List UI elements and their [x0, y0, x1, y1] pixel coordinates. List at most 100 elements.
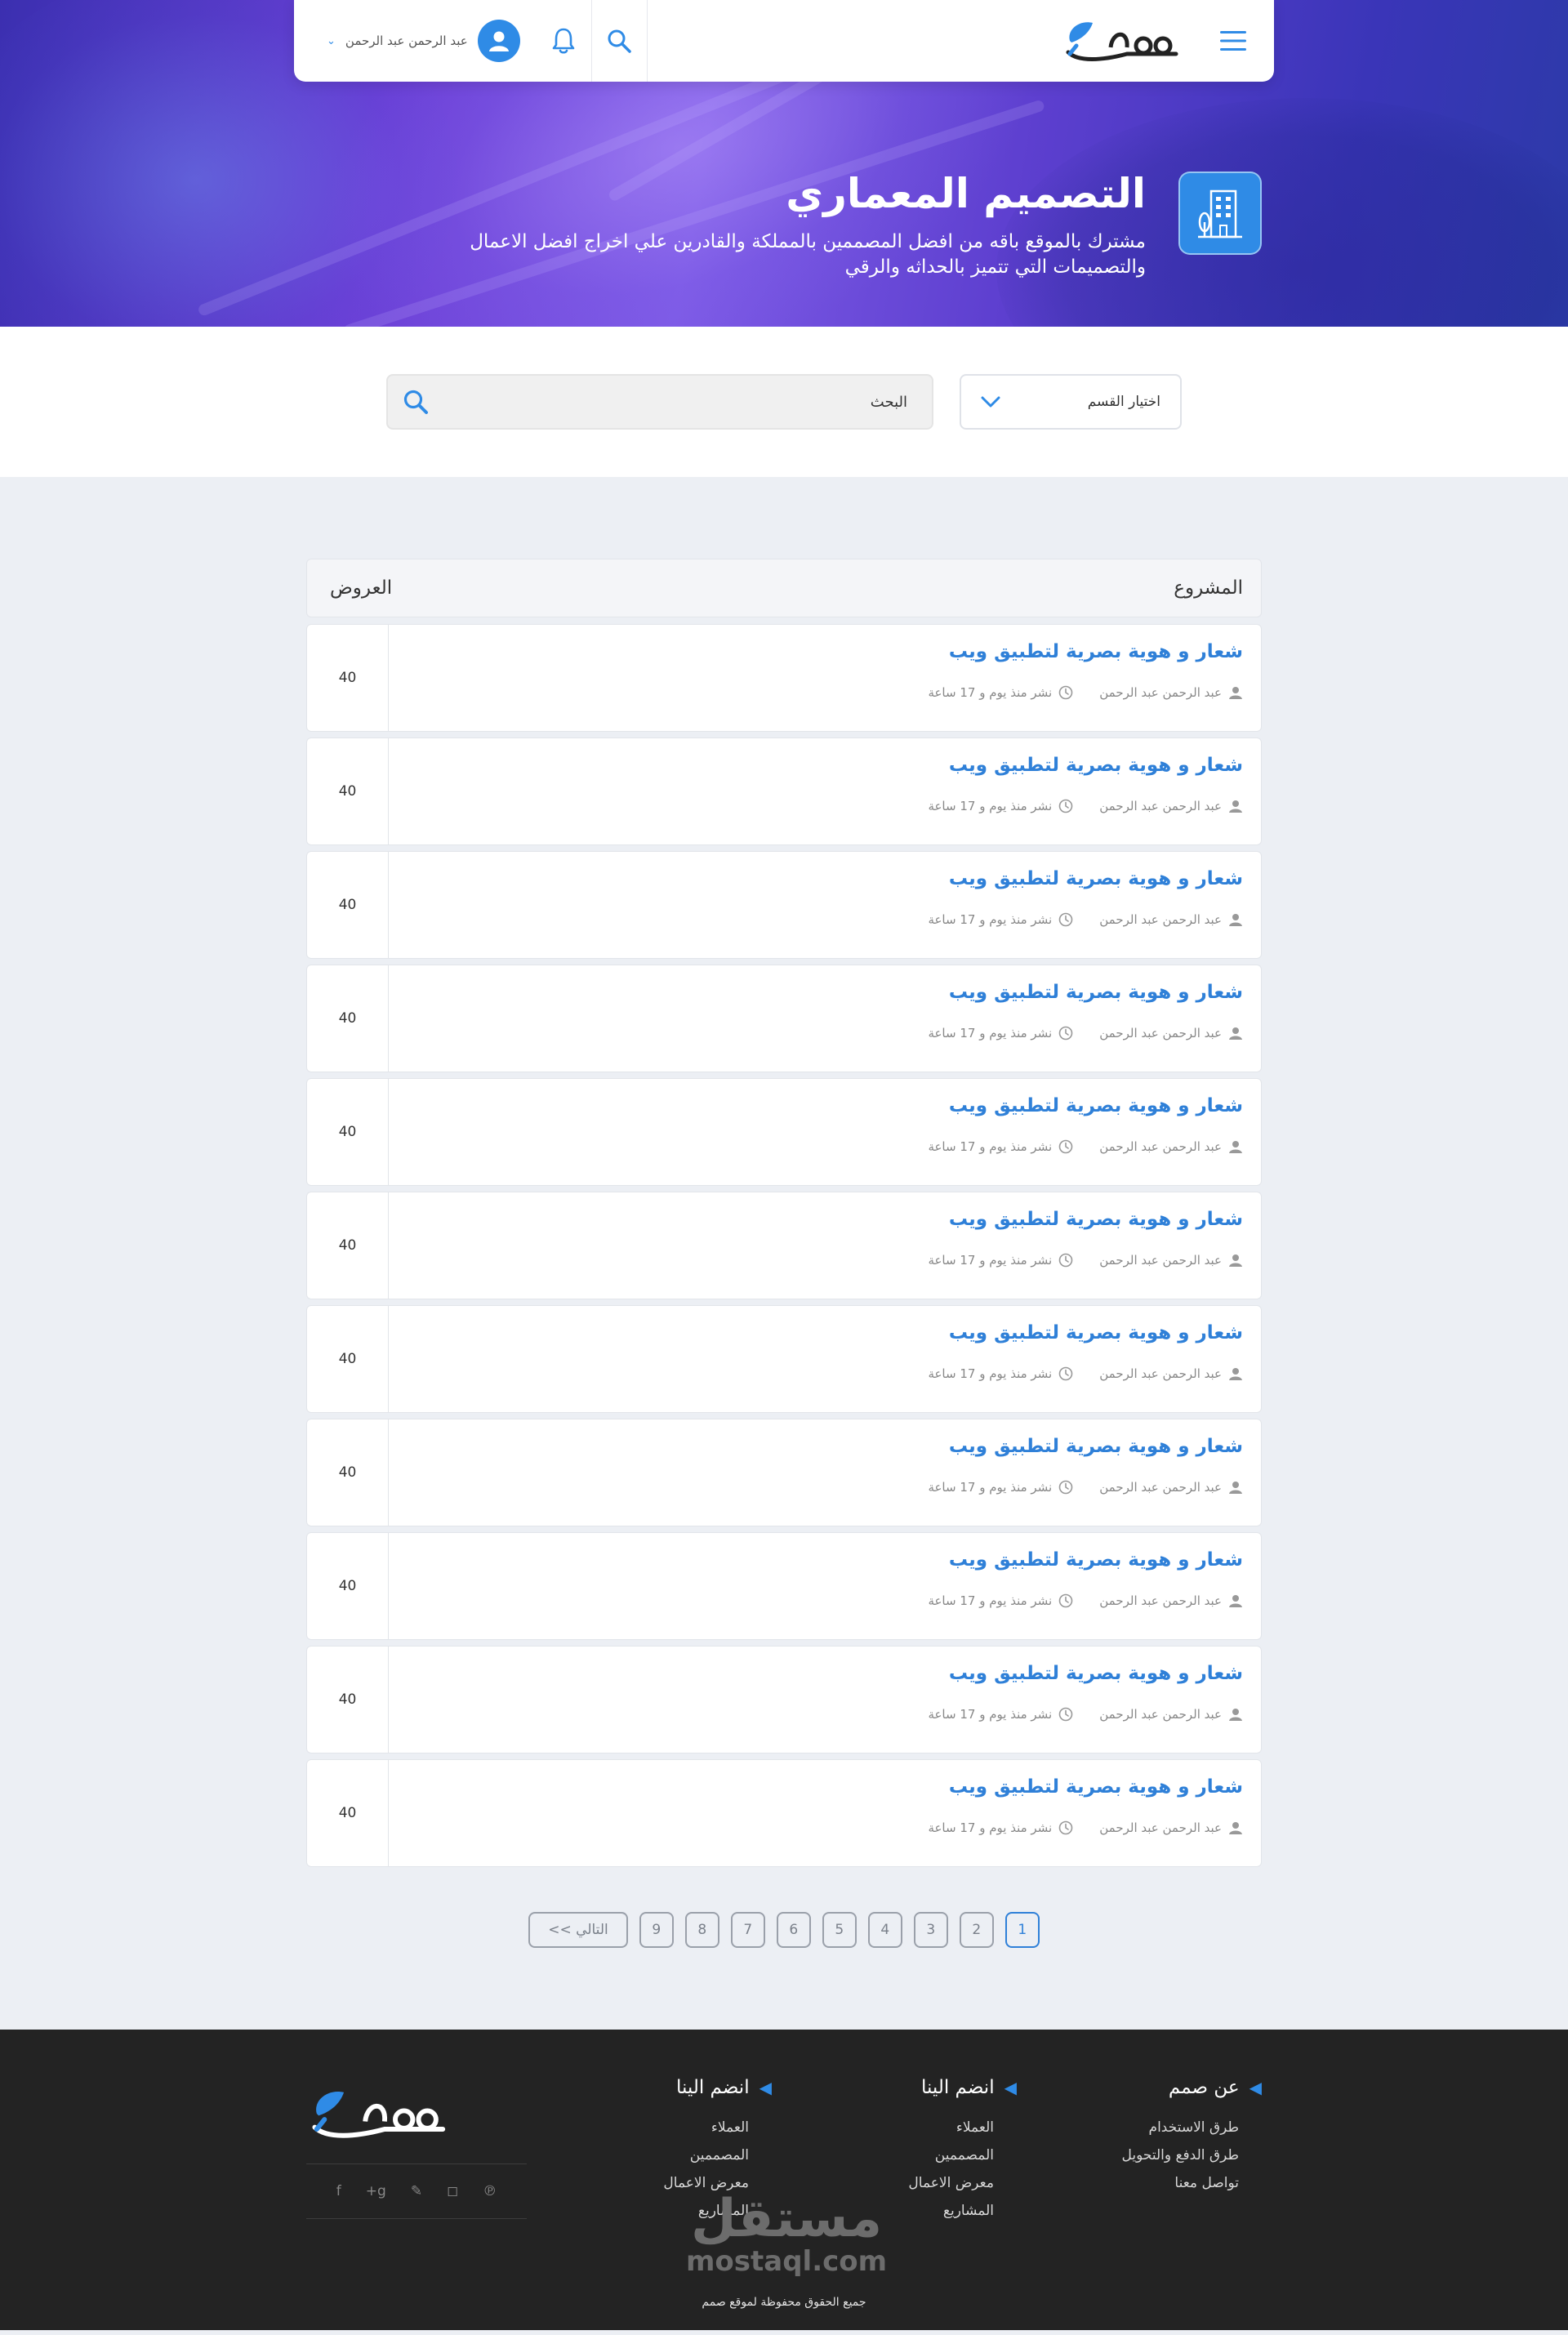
- footer-column-about: ◀ عن صمم طرق الاستخدام طرق الدفع والتحويل…: [1017, 2077, 1262, 2230]
- table-row[interactable]: شعار و هوية بصرية لتطبيق ويب عبد الرحمن …: [306, 965, 1262, 1072]
- table-row[interactable]: شعار و هوية بصرية لتطبيق ويب عبد الرحمن …: [306, 1419, 1262, 1526]
- project-cell: شعار و هوية بصرية لتطبيق ويب عبد الرحمن …: [389, 1192, 1261, 1299]
- page-button-5[interactable]: 5: [822, 1912, 857, 1948]
- offers-count: 40: [307, 625, 389, 731]
- search-input[interactable]: البحث: [386, 374, 933, 430]
- footer-link[interactable]: العملاء: [527, 2119, 749, 2136]
- project-author-name[interactable]: عبد الرحمن عبد الرحمن: [1099, 685, 1222, 700]
- project-posted-label: نشر منذ يوم و 17 ساعة: [928, 1593, 1053, 1608]
- project-title-link[interactable]: شعار و هوية بصرية لتطبيق ويب: [389, 755, 1243, 776]
- project-title-link[interactable]: شعار و هوية بصرية لتطبيق ويب: [389, 1776, 1243, 1798]
- project-cell: شعار و هوية بصرية لتطبيق ويب عبد الرحمن …: [389, 738, 1261, 844]
- site-footer: ◀ عن صمم طرق الاستخدام طرق الدفع والتحويل…: [0, 2030, 1568, 2330]
- search-button[interactable]: [592, 0, 648, 82]
- footer-heading: ◀ انضم الينا: [527, 2077, 772, 2098]
- project-author-name[interactable]: عبد الرحمن عبد الرحمن: [1099, 1139, 1222, 1154]
- footer-link[interactable]: طرق الاستخدام: [1017, 2119, 1239, 2136]
- project-author-name[interactable]: عبد الرحمن عبد الرحمن: [1099, 1026, 1222, 1041]
- pinterest-icon[interactable]: ℗: [483, 2183, 497, 2199]
- project-title-link[interactable]: شعار و هوية بصرية لتطبيق ويب: [389, 1095, 1243, 1116]
- table-row[interactable]: شعار و هوية بصرية لتطبيق ويب عبد الرحمن …: [306, 1646, 1262, 1753]
- footer-link[interactable]: تواصل معنا: [1017, 2175, 1239, 2191]
- project-meta: عبد الرحمن عبد الرحمن نشر منذ يوم و 17 س…: [389, 1820, 1243, 1835]
- project-author-name[interactable]: عبد الرحمن عبد الرحمن: [1099, 1707, 1222, 1722]
- projects-section: المشروع العروض شعار و هوية بصرية لتطبيق …: [0, 477, 1568, 2030]
- footer-link[interactable]: المصممين: [772, 2147, 994, 2163]
- project-cell: شعار و هوية بصرية لتطبيق ويب عبد الرحمن …: [389, 1079, 1261, 1185]
- instagram-icon[interactable]: ◻: [447, 2183, 458, 2199]
- user-icon: [1229, 914, 1242, 926]
- arrow-icon: ◀: [1249, 2078, 1262, 2097]
- page-button-4[interactable]: 4: [867, 1912, 902, 1948]
- project-author-name[interactable]: عبد الرحمن عبد الرحمن: [1099, 1593, 1222, 1608]
- project-cell: شعار و هوية بصرية لتطبيق ويب عبد الرحمن …: [389, 1533, 1261, 1639]
- project-author-name[interactable]: عبد الرحمن عبد الرحمن: [1099, 799, 1222, 813]
- page-button-1[interactable]: 1: [1004, 1912, 1040, 1948]
- search-icon[interactable]: [403, 389, 429, 415]
- project-title-link[interactable]: شعار و هوية بصرية لتطبيق ويب: [389, 1436, 1243, 1457]
- footer-link[interactable]: العملاء: [772, 2119, 994, 2136]
- project-author-name[interactable]: عبد الرحمن عبد الرحمن: [1099, 1480, 1222, 1495]
- project-author-name[interactable]: عبد الرحمن عبد الرحمن: [1099, 1820, 1222, 1835]
- category-select[interactable]: اختيار القسم: [960, 374, 1182, 430]
- project-title-link[interactable]: شعار و هوية بصرية لتطبيق ويب: [389, 641, 1243, 662]
- chevron-down-icon: [981, 396, 1000, 408]
- clock-icon: [1058, 1026, 1073, 1041]
- watermark-english: mostaql.com: [686, 2245, 888, 2278]
- page-button-2[interactable]: 2: [959, 1912, 994, 1948]
- menu-button[interactable]: [1192, 0, 1274, 82]
- clock-icon: [1058, 1139, 1073, 1154]
- page-button-3[interactable]: 3: [913, 1912, 948, 1948]
- page-button-9[interactable]: 9: [639, 1912, 674, 1948]
- project-author-name[interactable]: عبد الرحمن عبد الرحمن: [1099, 1253, 1222, 1268]
- project-title-link[interactable]: شعار و هوية بصرية لتطبيق ويب: [389, 868, 1243, 889]
- user-icon: [1229, 687, 1242, 699]
- page-button-8[interactable]: 8: [684, 1912, 719, 1948]
- project-title-link[interactable]: شعار و هوية بصرية لتطبيق ويب: [389, 1663, 1243, 1684]
- project-cell: شعار و هوية بصرية لتطبيق ويب عبد الرحمن …: [389, 965, 1261, 1072]
- page-button-6[interactable]: 6: [776, 1912, 811, 1948]
- column-header-offers: العروض: [330, 577, 393, 599]
- projects-table: المشروع العروض شعار و هوية بصرية لتطبيق …: [306, 559, 1262, 1867]
- project-posted-time: نشر منذ يوم و 17 ساعة: [928, 1707, 1073, 1722]
- watermark: مستقل mostaql.com: [686, 2193, 887, 2278]
- clock-icon: [1058, 1366, 1073, 1381]
- site-logo[interactable]: [1054, 12, 1184, 69]
- user-icon: [1229, 1254, 1242, 1267]
- clock-icon: [1058, 912, 1073, 927]
- bell-icon: [552, 28, 575, 54]
- facebook-icon[interactable]: f: [336, 2183, 341, 2199]
- table-row[interactable]: شعار و هوية بصرية لتطبيق ويب عبد الرحمن …: [306, 1192, 1262, 1299]
- footer-logo[interactable]: [306, 2077, 527, 2150]
- project-posted-label: نشر منذ يوم و 17 ساعة: [928, 1707, 1053, 1722]
- page-button-7[interactable]: 7: [730, 1912, 765, 1948]
- table-row[interactable]: شعار و هوية بصرية لتطبيق ويب عبد الرحمن …: [306, 851, 1262, 959]
- project-cell: شعار و هوية بصرية لتطبيق ويب عبد الرحمن …: [389, 625, 1261, 731]
- project-author: عبد الرحمن عبد الرحمن: [1099, 1026, 1243, 1041]
- project-cell: شعار و هوية بصرية لتطبيق ويب عبد الرحمن …: [389, 1306, 1261, 1412]
- google-plus-icon[interactable]: g+: [366, 2183, 386, 2199]
- table-row[interactable]: شعار و هوية بصرية لتطبيق ويب عبد الرحمن …: [306, 624, 1262, 732]
- project-title-link[interactable]: شعار و هوية بصرية لتطبيق ويب: [389, 1549, 1243, 1571]
- table-row[interactable]: شعار و هوية بصرية لتطبيق ويب عبد الرحمن …: [306, 1532, 1262, 1640]
- footer-link[interactable]: المصممين: [527, 2147, 749, 2163]
- project-author-name[interactable]: عبد الرحمن عبد الرحمن: [1099, 1366, 1222, 1381]
- project-title-link[interactable]: شعار و هوية بصرية لتطبيق ويب: [389, 1322, 1243, 1344]
- table-row[interactable]: شعار و هوية بصرية لتطبيق ويب عبد الرحمن …: [306, 1078, 1262, 1186]
- project-cell: شعار و هوية بصرية لتطبيق ويب عبد الرحمن …: [389, 852, 1261, 958]
- user-icon: [1229, 1709, 1242, 1721]
- project-title-link[interactable]: شعار و هوية بصرية لتطبيق ويب: [389, 982, 1243, 1003]
- table-row[interactable]: شعار و هوية بصرية لتطبيق ويب عبد الرحمن …: [306, 1759, 1262, 1867]
- table-row[interactable]: شعار و هوية بصرية لتطبيق ويب عبد الرحمن …: [306, 737, 1262, 845]
- next-page-button[interactable]: التالي >>: [528, 1912, 628, 1948]
- project-posted-time: نشر منذ يوم و 17 ساعة: [928, 1139, 1073, 1154]
- footer-link[interactable]: طرق الدفع والتحويل: [1017, 2147, 1239, 2163]
- clock-icon: [1058, 1480, 1073, 1495]
- project-cell: شعار و هوية بصرية لتطبيق ويب عبد الرحمن …: [389, 1647, 1261, 1753]
- project-author-name[interactable]: عبد الرحمن عبد الرحمن: [1099, 912, 1222, 927]
- table-row[interactable]: شعار و هوية بصرية لتطبيق ويب عبد الرحمن …: [306, 1305, 1262, 1413]
- notifications-button[interactable]: [537, 0, 592, 82]
- twitter-icon[interactable]: ✎: [411, 2183, 422, 2199]
- project-title-link[interactable]: شعار و هوية بصرية لتطبيق ويب: [389, 1209, 1243, 1230]
- user-menu[interactable]: عبد الرحمن عبد الرحمن ⌄: [294, 20, 537, 62]
